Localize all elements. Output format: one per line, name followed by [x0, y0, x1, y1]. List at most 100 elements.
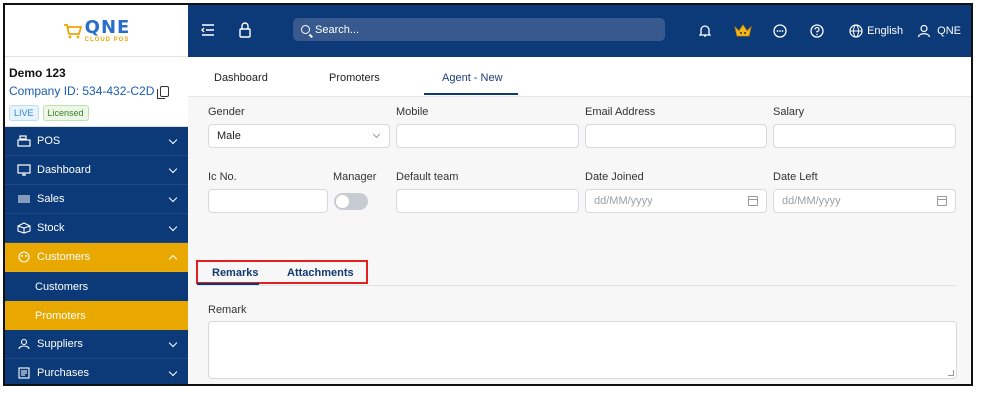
bell-icon[interactable] [685, 5, 725, 57]
tab-divider [197, 285, 956, 286]
chevron-down-icon [372, 130, 381, 139]
remark-textarea[interactable] [208, 321, 957, 379]
sidebar-item-sales[interactable]: Sales [5, 185, 188, 214]
default-team-field[interactable] [396, 189, 579, 213]
logo-main-text: QNE [84, 16, 131, 38]
tab-promoters[interactable]: Promoters [329, 72, 380, 84]
register-icon [17, 135, 31, 147]
calendar-icon[interactable] [748, 196, 758, 206]
gender-select[interactable]: Male [208, 124, 390, 148]
language-label: English [867, 25, 904, 37]
sidebar-subitem-customers[interactable]: Customers [5, 272, 188, 301]
sidebar-item-label: POS [37, 135, 61, 147]
cart-icon [63, 23, 82, 38]
chat-icon[interactable] [761, 5, 799, 57]
date-joined-placeholder: dd/MM/yyyy [594, 195, 653, 207]
sidebar: QNE CLOUD POS Demo 123 Company ID: 534-4… [5, 5, 188, 384]
sidebar-item-suppliers[interactable]: Suppliers [5, 330, 188, 359]
qne-logo[interactable]: QNE CLOUD POS [63, 16, 131, 43]
mobile-field[interactable] [396, 124, 579, 148]
language-selector[interactable]: English [849, 5, 903, 57]
sidebar-subitem-promoters[interactable]: Promoters [5, 301, 188, 330]
gender-label: Gender [208, 106, 245, 118]
chevron-down-icon [168, 367, 178, 377]
document-icon [18, 367, 30, 379]
licensed-badge: Licensed [42, 105, 89, 121]
agent-form: Gender Male Mobile Email Address Salary … [188, 97, 971, 277]
sidebar-item-label: Dashboard [37, 164, 91, 176]
sidebar-item-stock[interactable]: Stock [5, 214, 188, 243]
chevron-down-icon [168, 193, 178, 203]
default-team-label: Default team [396, 171, 459, 183]
sidebar-item-dashboard[interactable]: Dashboard [5, 156, 188, 185]
sidebar-item-customers[interactable]: Customers [5, 243, 188, 272]
box-icon [17, 222, 31, 234]
ic-field[interactable] [208, 189, 328, 213]
sidebar-item-label: Suppliers [37, 338, 83, 350]
date-left-label: Date Left [773, 171, 818, 183]
tab-agent-new[interactable]: Agent - New [442, 72, 503, 84]
globe-icon [849, 24, 863, 38]
lock-icon[interactable] [238, 22, 252, 38]
gender-value: Male [217, 130, 241, 142]
menu-collapse-icon[interactable] [201, 23, 215, 37]
sidebar-item-purchases[interactable]: Purchases [5, 359, 188, 384]
calendar-icon[interactable] [937, 196, 947, 206]
search-icon [301, 25, 310, 34]
chevron-down-icon [168, 164, 178, 174]
sidebar-item-label: Stock [37, 222, 65, 234]
user-avatar-icon [918, 24, 931, 38]
chevron-up-icon [168, 254, 178, 264]
email-field[interactable] [585, 124, 767, 148]
main-content: Dashboard Promoters Agent - New Gender M… [188, 57, 971, 384]
resize-handle[interactable] [948, 370, 954, 376]
sidebar-item-label: Sales [37, 193, 65, 205]
company-id-text: Company ID: 534-432-C2D [9, 84, 155, 98]
salary-label: Salary [773, 106, 805, 118]
copy-icon[interactable] [157, 85, 170, 99]
date-joined-field[interactable]: dd/MM/yyyy [585, 189, 767, 213]
salary-field[interactable] [773, 124, 956, 148]
status-badges: LIVE Licensed [9, 105, 184, 121]
active-tab-indicator [424, 93, 518, 95]
tab-attachments[interactable]: Attachments [287, 267, 354, 279]
email-label: Email Address [585, 106, 656, 118]
logo-area: QNE CLOUD POS [5, 5, 188, 57]
company-info: Demo 123 Company ID: 534-432-C2D LIVE Li… [5, 57, 188, 127]
chevron-down-icon [168, 222, 178, 232]
sidebar-item-label: Customers [37, 251, 91, 263]
logo-sub-text: CLOUD POS [84, 36, 130, 43]
user-icon [18, 338, 30, 350]
user-menu[interactable]: QNE [917, 5, 961, 57]
toggle-knob [336, 195, 349, 208]
ic-label: Ic No. [208, 171, 237, 183]
app-window: QNE CLOUD POS Demo 123 Company ID: 534-4… [3, 3, 973, 386]
monitor-icon [17, 164, 31, 176]
tab-remarks[interactable]: Remarks [212, 267, 258, 279]
chevron-down-icon [168, 338, 178, 348]
date-left-field[interactable]: dd/MM/yyyy [773, 189, 956, 213]
remark-label: Remark [208, 304, 247, 316]
page-tabs: Dashboard Promoters Agent - New [188, 57, 971, 97]
top-bar: Search... English QNE [188, 5, 971, 57]
company-name: Demo 123 [9, 66, 66, 80]
date-left-placeholder: dd/MM/yyyy [782, 195, 841, 207]
highlight-box: Remarks Attachments [196, 260, 368, 284]
manager-toggle[interactable] [334, 193, 368, 210]
sidebar-nav: POS Dashboard Sales Stock Customers Cust… [5, 127, 188, 384]
barcode-icon [18, 195, 30, 203]
chevron-down-icon [168, 135, 178, 145]
users-icon [18, 251, 30, 263]
sidebar-item-label: Purchases [37, 367, 89, 379]
company-id: Company ID: 534-432-C2D [9, 84, 184, 99]
manager-label: Manager [333, 171, 377, 183]
top-right-tools: English QNE [685, 5, 961, 57]
sidebar-item-pos[interactable]: POS [5, 127, 188, 156]
live-badge: LIVE [9, 105, 39, 121]
tab-dashboard[interactable]: Dashboard [214, 72, 268, 84]
date-joined-label: Date Joined [585, 171, 644, 183]
user-name: QNE [937, 25, 961, 37]
help-icon[interactable] [799, 5, 835, 57]
crown-icon[interactable] [725, 5, 761, 57]
search-input[interactable]: Search... [293, 18, 665, 41]
